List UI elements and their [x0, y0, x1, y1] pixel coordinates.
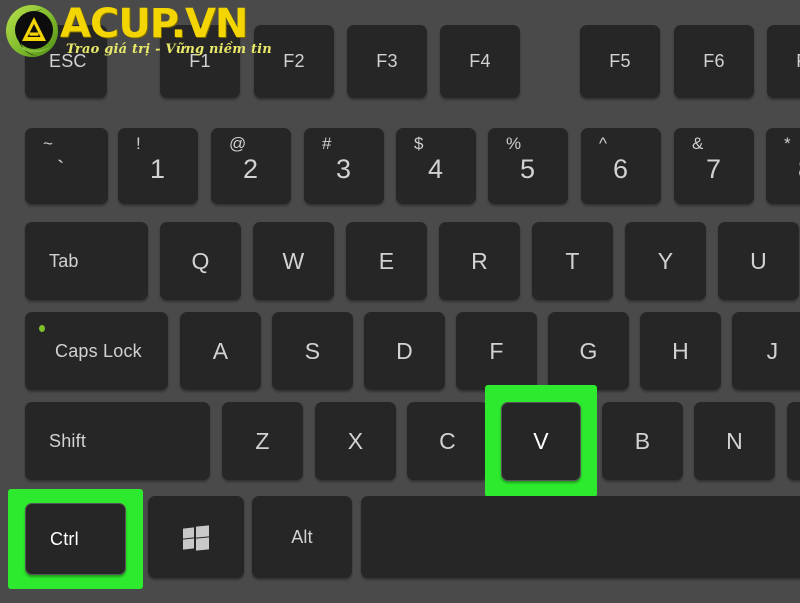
- key-w[interactable]: W: [253, 222, 334, 300]
- key-f7[interactable]: F7: [767, 25, 800, 98]
- key-h[interactable]: H: [640, 312, 721, 390]
- key-c-label: C: [439, 427, 456, 454]
- key-alt-label: Alt: [291, 526, 313, 547]
- key-r-label: R: [471, 247, 488, 274]
- key-3[interactable]: # 3: [304, 128, 384, 204]
- key-3-label: 3: [336, 154, 352, 184]
- key-a-label: A: [212, 337, 229, 364]
- key-s-label: S: [304, 337, 321, 364]
- key-f6-label: F6: [703, 51, 725, 71]
- key-shift-label: Shift: [49, 430, 87, 451]
- key-tab-label: Tab: [49, 250, 79, 271]
- key-r[interactable]: R: [439, 222, 520, 300]
- key-b[interactable]: B: [602, 402, 683, 480]
- key-2-label: 2: [243, 154, 259, 184]
- key-v[interactable]: V: [501, 402, 581, 481]
- key-h-label: H: [672, 337, 689, 364]
- key-7-shift-label: &: [692, 134, 704, 153]
- key-8[interactable]: * 8: [766, 128, 800, 204]
- key-f2-label: F2: [283, 51, 305, 71]
- key-f[interactable]: F: [456, 312, 537, 390]
- key-q[interactable]: Q: [160, 222, 241, 300]
- key-f1-label: F1: [189, 51, 211, 71]
- key-x-label: X: [347, 427, 364, 454]
- key-2-shift-label: @: [229, 134, 247, 153]
- key-f4-label: F4: [469, 51, 491, 71]
- key-t[interactable]: T: [532, 222, 613, 300]
- key-u-label: U: [750, 247, 767, 274]
- keyboard-screenshot: ESC F1 F2 F3 F4 F5 F6 F7 ~ ` ! 1 @ 2 # 3…: [0, 0, 800, 603]
- key-f6[interactable]: F6: [674, 25, 754, 98]
- key-w-label: W: [282, 247, 305, 274]
- windows-logo-icon: [183, 524, 209, 551]
- key-z-label: Z: [255, 427, 270, 454]
- key-a[interactable]: A: [180, 312, 261, 390]
- key-4-shift-label: $: [414, 134, 424, 153]
- key-j-label: J: [766, 337, 779, 364]
- key-esc-label: ESC: [49, 51, 87, 71]
- key-2[interactable]: @ 2: [211, 128, 291, 204]
- key-7-label: 7: [706, 154, 722, 184]
- key-ctrl-left[interactable]: Ctrl: [25, 503, 126, 575]
- key-n-label: N: [726, 427, 743, 454]
- key-x[interactable]: X: [315, 402, 396, 480]
- key-5[interactable]: % 5: [488, 128, 568, 204]
- key-f3-label: F3: [376, 51, 398, 71]
- key-caps-lock[interactable]: Caps Lock: [25, 312, 168, 390]
- key-4[interactable]: $ 4: [396, 128, 476, 204]
- key-windows[interactable]: [148, 496, 244, 578]
- key-5-label: 5: [520, 154, 536, 184]
- key-f-label: F: [489, 337, 504, 364]
- key-y-label: Y: [657, 247, 674, 274]
- key-q-label: Q: [191, 247, 210, 274]
- key-g[interactable]: G: [548, 312, 629, 390]
- key-1-shift-label: !: [136, 134, 141, 153]
- key-backtick-label: `: [57, 156, 65, 181]
- key-1-label: 1: [150, 154, 166, 184]
- key-n[interactable]: N: [694, 402, 775, 480]
- key-d[interactable]: D: [364, 312, 445, 390]
- key-6[interactable]: ^ 6: [581, 128, 661, 204]
- key-u[interactable]: U: [718, 222, 799, 300]
- key-5-shift-label: %: [506, 134, 522, 153]
- key-f7-label: F7: [796, 51, 800, 72]
- key-c[interactable]: C: [407, 402, 488, 480]
- key-8-shift-label: *: [784, 134, 791, 153]
- key-alt-left[interactable]: Alt: [252, 496, 352, 578]
- key-4-label: 4: [428, 154, 444, 184]
- key-d-label: D: [396, 337, 413, 364]
- key-z[interactable]: Z: [222, 402, 303, 480]
- key-ctrl-label: Ctrl: [50, 528, 79, 549]
- key-e[interactable]: E: [346, 222, 427, 300]
- key-backtick-shift-label: ~: [43, 134, 54, 153]
- caps-lock-led-icon: [39, 325, 45, 332]
- key-f3[interactable]: F3: [347, 25, 427, 98]
- key-t-label: T: [565, 247, 580, 274]
- key-spacebar[interactable]: [361, 496, 800, 578]
- key-m[interactable]: M: [787, 402, 800, 480]
- key-g-label: G: [579, 337, 598, 364]
- key-j[interactable]: J: [732, 312, 800, 390]
- key-f1[interactable]: F1: [160, 25, 240, 98]
- key-f5-label: F5: [609, 51, 631, 71]
- key-caps-lock-label: Caps Lock: [55, 340, 142, 361]
- key-f2[interactable]: F2: [254, 25, 334, 98]
- key-backtick[interactable]: ~ `: [25, 128, 108, 204]
- key-f4[interactable]: F4: [440, 25, 520, 98]
- key-6-shift-label: ^: [599, 134, 608, 153]
- key-esc[interactable]: ESC: [25, 25, 107, 98]
- key-6-label: 6: [613, 154, 629, 184]
- key-b-label: B: [634, 427, 651, 454]
- key-7[interactable]: & 7: [674, 128, 754, 204]
- key-s[interactable]: S: [272, 312, 353, 390]
- key-3-shift-label: #: [322, 134, 332, 153]
- key-y[interactable]: Y: [625, 222, 706, 300]
- key-shift-left[interactable]: Shift: [25, 402, 210, 480]
- key-e-label: E: [378, 247, 395, 274]
- key-v-label: V: [533, 428, 549, 454]
- key-tab[interactable]: Tab: [25, 222, 148, 300]
- key-f5[interactable]: F5: [580, 25, 660, 98]
- key-1[interactable]: ! 1: [118, 128, 198, 204]
